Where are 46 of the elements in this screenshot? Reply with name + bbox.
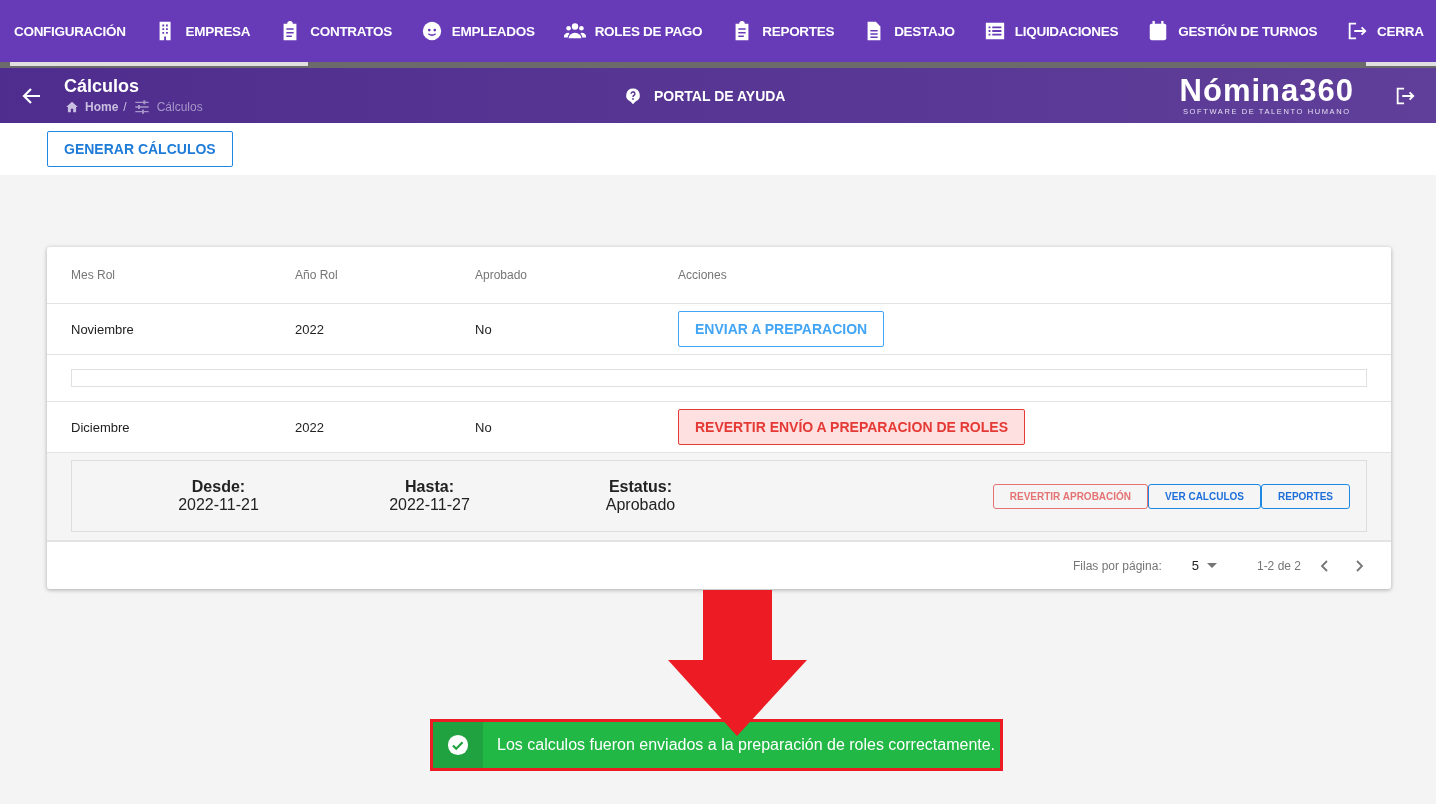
nav-tab[interactable]: ROLES DE PAGO xyxy=(563,0,732,62)
column-header: Acciones xyxy=(678,268,728,282)
table-cell-text: No xyxy=(475,419,493,435)
breadcrumb-link[interactable]: Home xyxy=(85,100,119,114)
column-header: Mes Rol xyxy=(71,268,116,282)
nav-tab[interactable]: DESTAJO xyxy=(863,0,984,62)
logout-icon xyxy=(1346,20,1369,42)
page-range: 1-2 de 2 xyxy=(1256,558,1301,573)
table-cell-text: 2022 xyxy=(295,321,325,337)
home-icon xyxy=(64,100,80,114)
field-label: Desde: xyxy=(191,478,246,496)
page-title: Cálculos xyxy=(64,76,141,97)
help-icon xyxy=(624,86,642,105)
table-cell-text: Diciembre xyxy=(71,419,131,435)
list-icon xyxy=(983,20,1006,42)
nav-tab[interactable]: CERRA xyxy=(1346,0,1436,62)
field-value: 2022-11-27 xyxy=(389,496,470,514)
action-button[interactable]: VER CALCULOS xyxy=(1148,483,1261,509)
check-circle-icon xyxy=(447,734,469,756)
field-label: Estatus: xyxy=(608,478,673,496)
tab-scrollbar[interactable] xyxy=(0,62,1436,68)
nav-tab[interactable]: GESTIÓN DE TURNOS xyxy=(1147,0,1347,62)
caret-icon xyxy=(1206,563,1217,568)
nav-tab[interactable]: EMPRESA xyxy=(154,0,280,62)
toast-message: Los calculos fueron enviados a la preparación de roles correctamente. xyxy=(497,736,996,754)
rows-per-page-select[interactable]: 5 xyxy=(1185,557,1223,574)
nav-tab[interactable]: REPORTES xyxy=(731,0,864,62)
face-icon xyxy=(420,20,443,42)
column-header: Aprobado xyxy=(475,268,529,282)
nav-tab[interactable]: LIQUIDACIONES xyxy=(983,0,1148,62)
table-cell-text: No xyxy=(475,321,493,337)
table-cell-text: Noviembre xyxy=(71,321,135,337)
nav-tab[interactable]: EMPLEADOS xyxy=(420,0,564,62)
nav-tab[interactable]: CONFIGURACIÓN xyxy=(14,0,155,62)
column-header: Año Rol xyxy=(295,268,339,282)
breadcrumb-current: Cálculos xyxy=(156,100,203,114)
action-button[interactable]: REPORTES xyxy=(1261,483,1350,509)
table-cell-text: 2022 xyxy=(295,419,325,435)
field-value: 2022-11-21 xyxy=(178,496,259,514)
field-value: Aprobado xyxy=(605,496,676,514)
breadcrumb-separator: / xyxy=(123,100,127,114)
rows-per-page-label: Filas por página: xyxy=(1073,558,1162,573)
nav-tab[interactable]: CONTRATOS xyxy=(279,0,421,62)
field-label: Hasta: xyxy=(405,478,454,496)
help-portal-link[interactable]: PORTAL DE AYUDA xyxy=(654,87,786,104)
generate-button[interactable]: GENERAR CÁLCULOS xyxy=(47,131,233,167)
